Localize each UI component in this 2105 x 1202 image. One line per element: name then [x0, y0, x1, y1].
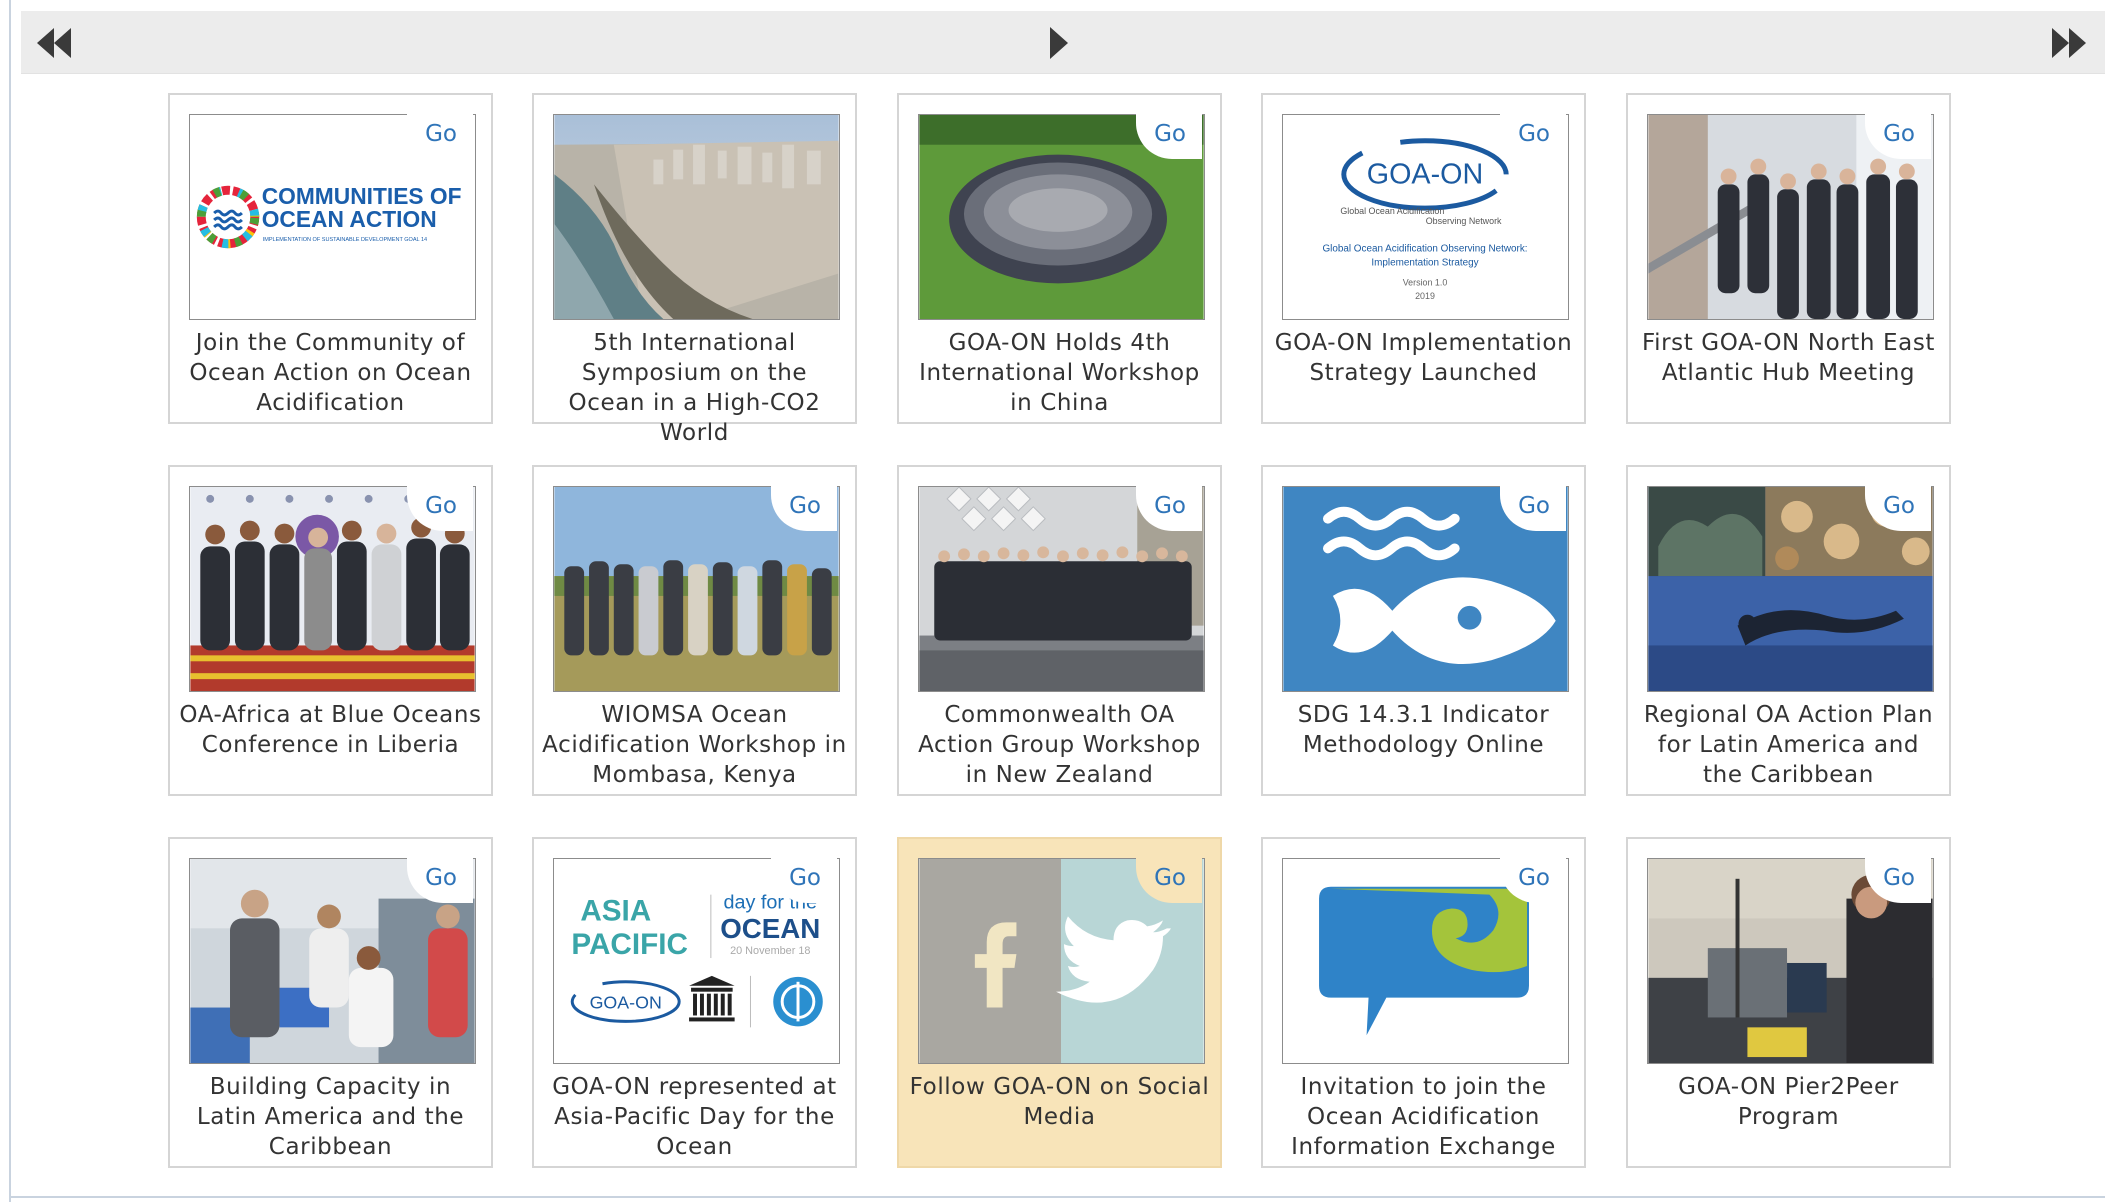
tile-caption: Follow GOA-ON on Social Media: [909, 1074, 1210, 1130]
tile-caption: Invitation to join the Ocean Acidificati…: [1291, 1074, 1556, 1160]
news-tile-latin-america-plan[interactable]: Go Regional OA Action Plan for Latin Ame…: [1626, 465, 1951, 796]
next-page-button[interactable]: [1048, 27, 1070, 59]
news-tile-high-co2-symposium[interactable]: 5th International Symposium on the Ocean…: [532, 93, 857, 446]
news-tile-northeast-atlantic-hub[interactable]: Go First GOA-ON North East Atlantic Hub …: [1626, 93, 1951, 424]
svg-text:OCEAN: OCEAN: [720, 913, 820, 944]
svg-text:Observing Network: Observing Network: [1426, 216, 1502, 226]
svg-text:ASIA: ASIA: [580, 894, 651, 927]
news-tile-asia-pacific-day[interactable]: ASIA PACIFIC day for the OCEAN 20 Novemb…: [532, 837, 857, 1168]
news-tile-wiomsa-mombasa[interactable]: Go WIOMSA Ocean Acidification Workshop i…: [532, 465, 857, 796]
tile-caption: GOA-ON Pier2Peer Program: [1678, 1074, 1899, 1130]
svg-text:OCEAN ACTION: OCEAN ACTION: [262, 206, 437, 232]
play-right-icon: [1050, 27, 1068, 59]
pager-bar: [21, 11, 2105, 74]
last-page-button[interactable]: [2052, 28, 2086, 58]
svg-text:IMPLEMENTATION OF SUSTAINABLE: IMPLEMENTATION OF SUSTAINABLE DEVELOPMEN…: [263, 237, 427, 243]
svg-text:Implementation Strategy: Implementation Strategy: [1371, 258, 1478, 269]
news-tile-oa-information-exchange[interactable]: Go Invitation to join the Ocean Acidific…: [1261, 837, 1586, 1168]
tile-caption: GOA-ON Implementation Strategy Launched: [1274, 330, 1573, 386]
tile-caption: SDG 14.3.1 Indicator Methodology Online: [1297, 702, 1550, 758]
tile-caption: Building Capacity in Latin America and t…: [196, 1074, 465, 1160]
news-tile-oa-africa-liberia[interactable]: Go OA-Africa at Blue Oceans Conference i…: [168, 465, 493, 796]
tile-caption: Commonwealth OA Action Group Workshop in…: [918, 702, 1201, 788]
tile-caption: Regional OA Action Plan for Latin Americ…: [1643, 702, 1934, 788]
coastal-city-photo: [554, 115, 839, 319]
tile-caption: Join the Community of Ocean Action on Oc…: [189, 330, 472, 416]
news-tile-commonwealth-new-zealand[interactable]: Go Commonwealth OA Action Group Workshop…: [897, 465, 1222, 796]
news-tile-building-capacity[interactable]: Go Building Capacity in Latin America an…: [168, 837, 493, 1168]
tile-caption: GOA-ON represented at Asia-Pacific Day f…: [552, 1074, 837, 1160]
double-chevron-left-icon: [37, 28, 71, 58]
svg-text:GOA-ON: GOA-ON: [590, 993, 662, 1013]
svg-text:Global Ocean Acidification Obs: Global Ocean Acidification Observing Net…: [1322, 244, 1527, 255]
news-tile-pier2peer[interactable]: Go GOA-ON Pier2Peer Program: [1626, 837, 1951, 1168]
svg-text:GOA-ON: GOA-ON: [1367, 158, 1483, 190]
tile-caption: WIOMSA Ocean Acidification Workshop in M…: [542, 702, 847, 788]
svg-text:2019: 2019: [1415, 291, 1435, 301]
news-tile-social-media[interactable]: Go Follow GOA-ON on Social Media: [897, 837, 1222, 1168]
bottom-border: [9, 1196, 2105, 1198]
tile-thumbnail: [553, 114, 840, 320]
news-tile-sdg-indicator[interactable]: Go SDG 14.3.1 Indicator Methodology Onli…: [1261, 465, 1586, 796]
news-tile-ocean-action[interactable]: COMMUNITIES OF OCEAN ACTION IMPLEMENTATI…: [168, 93, 493, 424]
svg-text:Global Ocean Acidification: Global Ocean Acidification: [1340, 206, 1444, 216]
tile-caption: 5th International Symposium on the Ocean…: [568, 330, 821, 446]
svg-text:Version 1.0: Version 1.0: [1403, 277, 1448, 287]
tile-caption: First GOA-ON North East Atlantic Hub Mee…: [1641, 330, 1936, 386]
svg-text:20 November 18: 20 November 18: [730, 945, 810, 957]
news-tile-implementation-strategy[interactable]: GOA-ON Global Ocean Acidification Observ…: [1261, 93, 1586, 424]
news-tile-4th-workshop-china[interactable]: Go GOA-ON Holds 4th International Worksh…: [897, 93, 1222, 424]
first-page-button[interactable]: [37, 28, 71, 58]
tile-caption: OA-Africa at Blue Oceans Conference in L…: [179, 702, 482, 758]
left-border: [9, 0, 11, 1202]
tile-caption: GOA-ON Holds 4th International Workshop …: [919, 330, 1200, 416]
svg-text:PACIFIC: PACIFIC: [571, 928, 688, 961]
double-chevron-right-icon: [2052, 28, 2086, 58]
